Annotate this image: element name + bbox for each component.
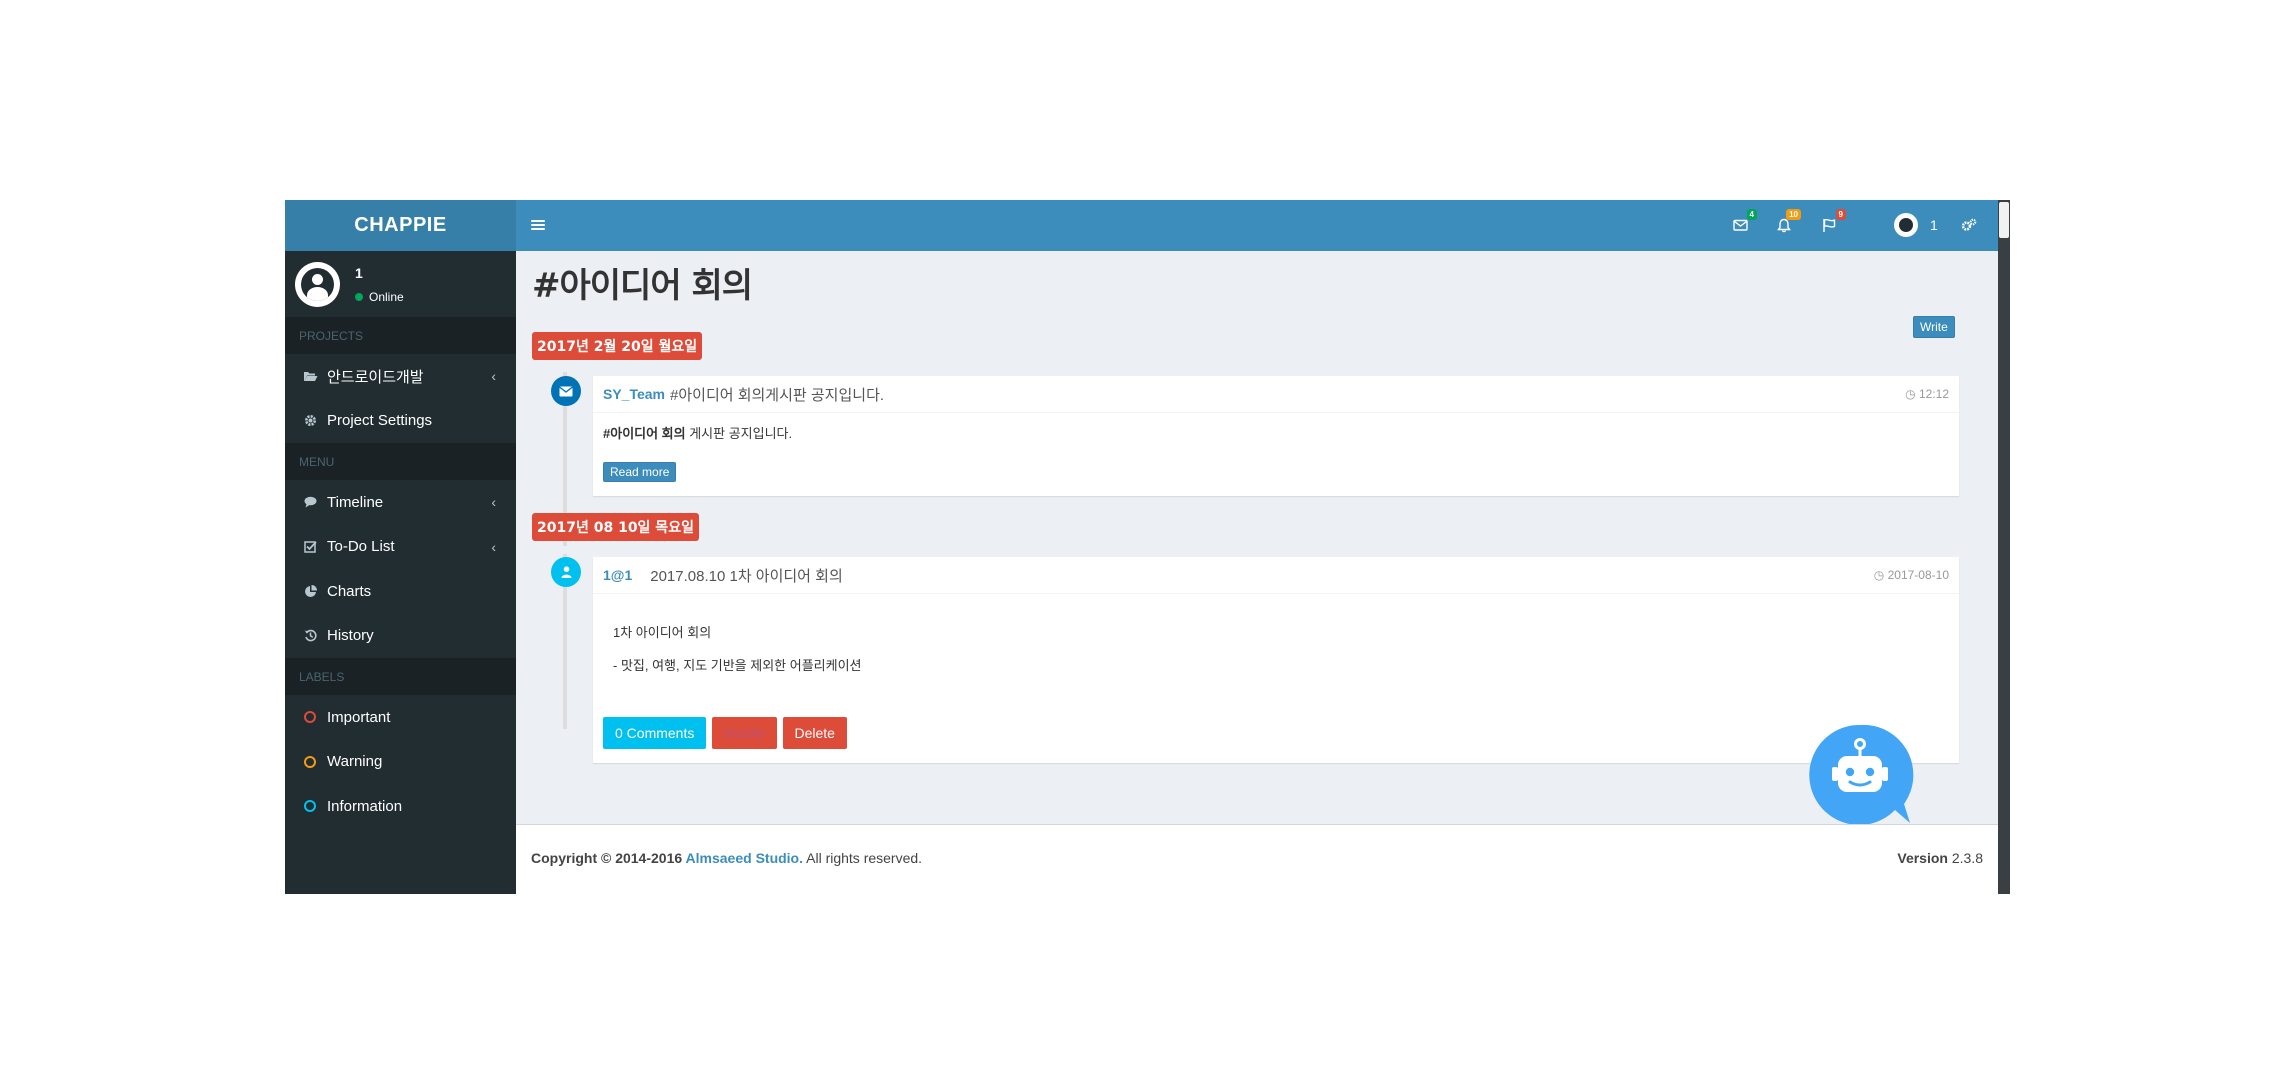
gear-icon	[301, 414, 319, 427]
version-info: Version 2.3.8	[1897, 850, 1983, 866]
sidebar-item-todo[interactable]: To-Do List ‹	[285, 525, 516, 570]
chevron-left-icon: ‹	[491, 494, 496, 511]
write-button[interactable]: Write	[1913, 316, 1955, 338]
timeline-subject: 2017.08.10 1차 아이디어 회의	[650, 567, 843, 585]
user-avatar-icon	[1894, 213, 1918, 237]
tasks-flag-icon[interactable]: 9	[1818, 209, 1846, 236]
sidebar-item-important[interactable]: Important	[285, 695, 516, 740]
pie-chart-icon	[301, 584, 319, 598]
circle-outline-icon	[301, 711, 319, 724]
app-window: CHAPPIE 1 Online PROJECTS 안드로이드개발 ‹ Proj…	[285, 200, 2010, 894]
online-dot-icon	[355, 293, 363, 301]
timeline-item: 1@1 2017.08.10 1차 아이디어 회의 ◷ 2017-08-10 1…	[593, 557, 1959, 763]
sidebar-item-android-dev[interactable]: 안드로이드개발 ‹	[285, 354, 516, 399]
user-name: 1	[355, 265, 363, 281]
top-navbar: 4 10 9 1	[516, 200, 2010, 251]
sidebar-item-history[interactable]: History	[285, 614, 516, 659]
timeline-header: 1@1 2017.08.10 1차 아이디어 회의 ◷ 2017-08-10	[593, 557, 1959, 594]
company-link[interactable]: Almsaeed Studio.	[686, 850, 803, 866]
envelope-icon	[551, 376, 581, 406]
delete-button[interactable]: Delete	[782, 717, 847, 749]
tasks-badge: 9	[1835, 209, 1846, 220]
scrollbar-thumb[interactable]	[1999, 202, 2009, 238]
brand-logo[interactable]: CHAPPIE	[285, 200, 516, 251]
timeline-time: ◷ 2017-08-10	[1873, 568, 1949, 582]
copyright: Copyright © 2014-2016 Almsaeed Studio. A…	[531, 850, 923, 866]
clock-icon: ◷	[1905, 387, 1919, 401]
vertical-scrollbar[interactable]	[1998, 200, 2010, 894]
user-icon	[551, 557, 581, 587]
sidebar-item-charts[interactable]: Charts	[285, 569, 516, 614]
notifications-badge: 10	[1786, 209, 1801, 220]
comment-icon	[301, 496, 319, 508]
settings-gears-icon[interactable]	[1958, 214, 1980, 236]
page-footer: Copyright © 2014-2016 Almsaeed Studio. A…	[516, 824, 1998, 894]
timeline-body: 1차 아이디어 회의 - 맛집, 여행, 지도 기반을 제외한 어플리케이션	[613, 625, 862, 673]
timeline-date-label: 2017년 08 10일 목요일	[532, 513, 699, 541]
user-panel: 1 Online	[285, 251, 516, 317]
timeline-header: SY_Team #아이디어 회의게시판 공지입니다. ◷ 12:12	[593, 376, 1959, 413]
user-status: Online	[355, 290, 404, 304]
notifications-bell-icon[interactable]: 10	[1773, 209, 1801, 236]
messages-badge: 4	[1746, 209, 1757, 220]
timeline-subject: #아이디어 회의게시판 공지입니다.	[670, 386, 885, 404]
author-link[interactable]: SY_Team	[603, 386, 665, 402]
sidebar-item-project-settings[interactable]: Project Settings	[285, 399, 516, 444]
projects-header: PROJECTS	[285, 317, 516, 354]
comments-button[interactable]: 0 Comments	[603, 717, 707, 749]
timeline-body: #아이디어 회의 게시판 공지입니다. Read more	[593, 413, 1959, 492]
circle-outline-icon	[301, 800, 319, 813]
author-link[interactable]: 1@1	[603, 567, 632, 583]
sidebar: 1 Online PROJECTS 안드로이드개발 ‹ Project Sett…	[285, 251, 516, 894]
timeline-date-label: 2017년 2월 20일 월요일	[532, 332, 703, 360]
timeline-item: SY_Team #아이디어 회의게시판 공지입니다. ◷ 12:12 #아이디어…	[593, 376, 1959, 496]
page-title: #아이디어 회의	[532, 266, 753, 306]
chatbot-robot-icon[interactable]	[1805, 720, 1915, 830]
timeline-time: ◷ 12:12	[1905, 387, 1949, 401]
labels-header: LABELS	[285, 658, 516, 695]
timeline-footer: 0 Comments Modify Delete	[603, 717, 848, 749]
read-more-button[interactable]: Read more	[603, 462, 677, 482]
topbar-user-menu[interactable]: 1	[1894, 213, 1938, 237]
folder-open-icon	[301, 370, 319, 382]
checkbox-icon	[301, 540, 319, 553]
sidebar-toggle-icon[interactable]	[531, 215, 545, 235]
modify-button[interactable]: Modify	[711, 717, 778, 749]
history-icon	[301, 629, 319, 642]
clock-icon: ◷	[1873, 568, 1888, 582]
chevron-left-icon: ‹	[491, 368, 496, 385]
messages-envelope-icon[interactable]: 4	[1729, 209, 1757, 236]
menu-header: MENU	[285, 443, 516, 480]
chevron-left-icon: ‹	[491, 538, 496, 555]
sidebar-item-warning[interactable]: Warning	[285, 740, 516, 785]
avatar	[295, 262, 340, 307]
circle-outline-icon	[301, 755, 319, 768]
sidebar-item-timeline[interactable]: Timeline ‹	[285, 480, 516, 525]
sidebar-item-information[interactable]: Information	[285, 784, 516, 829]
